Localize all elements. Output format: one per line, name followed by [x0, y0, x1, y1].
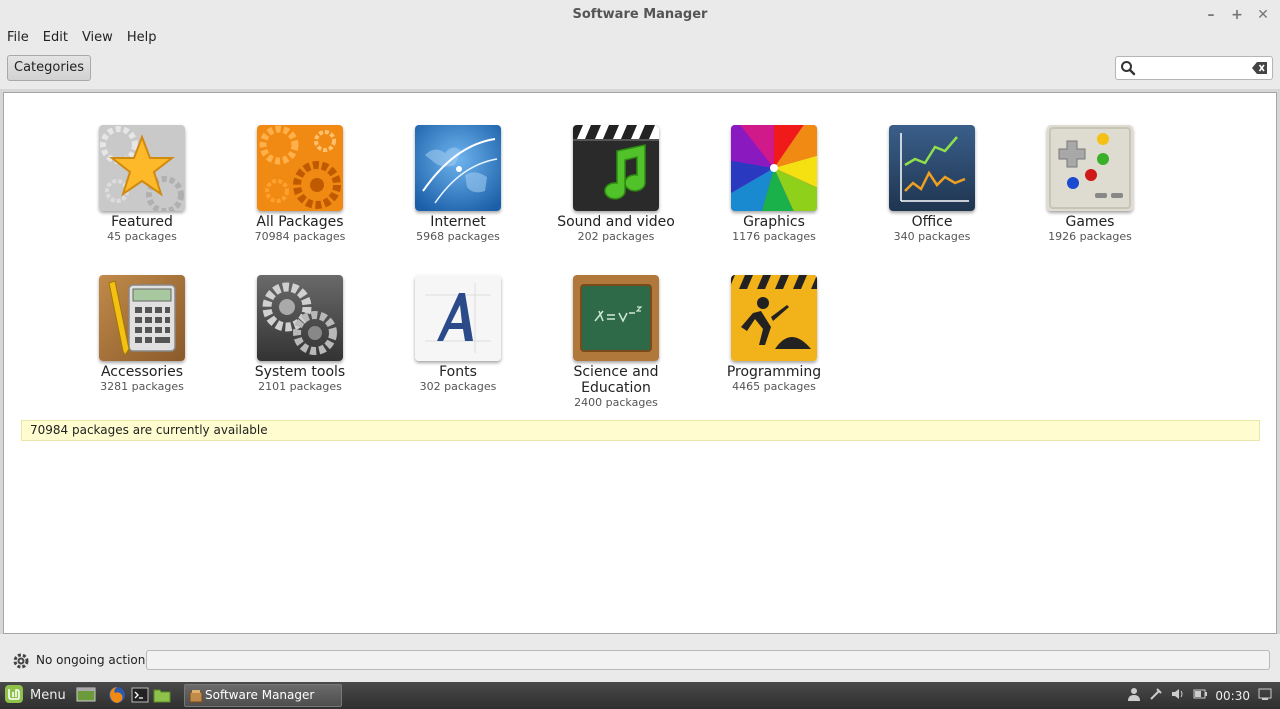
start-menu-button[interactable]: Menu	[4, 684, 66, 708]
category-count: 1926 packages	[1048, 230, 1132, 243]
category-count: 2400 packages	[574, 396, 658, 409]
gray-gears-icon	[257, 275, 343, 361]
files-icon[interactable]	[153, 686, 171, 704]
workspace-icon[interactable]	[1258, 687, 1272, 704]
categories-button[interactable]: Categories	[7, 55, 92, 81]
category-count: 1176 packages	[732, 230, 816, 243]
system-tray: 00:30	[1127, 682, 1272, 709]
clapper-note-icon	[573, 125, 659, 211]
menu-bar: File Edit View Help	[0, 29, 1280, 49]
category-count: 5968 packages	[416, 230, 500, 243]
category-name: Science and Education	[573, 364, 659, 396]
category-count: 340 packages	[893, 230, 971, 243]
category-name: System tools	[254, 364, 346, 380]
category-count: 202 packages	[577, 230, 655, 243]
menu-view[interactable]: View	[75, 29, 120, 49]
category-internet[interactable]: Internet 5968 packages	[388, 125, 528, 244]
start-menu-label: Menu	[30, 688, 66, 703]
close-button[interactable]: ✕	[1256, 8, 1270, 22]
progress-bar	[146, 650, 1270, 670]
category-name: Games	[1065, 214, 1115, 230]
clear-search-icon[interactable]	[1252, 61, 1268, 79]
menu-help[interactable]: Help	[120, 29, 164, 49]
star-gears-icon	[99, 125, 185, 211]
terminal-icon[interactable]	[131, 686, 149, 704]
status-text: No ongoing actions	[36, 653, 152, 667]
taskbar-item-label: Software Manager	[205, 688, 315, 702]
firefox-icon[interactable]	[108, 686, 126, 704]
category-all-packages[interactable]: All Packages 70984 packages	[230, 125, 370, 244]
category-system-tools[interactable]: System tools 2101 packages	[230, 275, 370, 394]
color-wheel-icon	[731, 125, 817, 211]
chalkboard-icon	[573, 275, 659, 361]
category-office[interactable]: Office 340 packages	[862, 125, 1002, 244]
category-count: 302 packages	[419, 380, 497, 393]
construction-icon	[731, 275, 817, 361]
minimize-button[interactable]: –	[1204, 8, 1218, 22]
calculator-icon	[99, 275, 185, 361]
taskbar-item-software-manager[interactable]: Software Manager	[184, 684, 342, 707]
category-name: Fonts	[439, 364, 477, 380]
category-name: All Packages	[256, 214, 344, 230]
category-fonts[interactable]: Fonts 302 packages	[388, 275, 528, 394]
category-count: 45 packages	[107, 230, 177, 243]
clock[interactable]: 00:30	[1215, 689, 1250, 703]
menu-file[interactable]: File	[0, 29, 36, 49]
search-input[interactable]	[1138, 59, 1248, 77]
gear-icon	[12, 652, 30, 674]
category-sound-and-video[interactable]: Sound and video 202 packages	[546, 125, 686, 244]
category-name: Graphics	[743, 214, 805, 230]
category-graphics[interactable]: Graphics 1176 packages	[704, 125, 844, 244]
title-bar: Software Manager – + ✕	[0, 0, 1280, 29]
categories-panel: Featured 45 packages All Packages 70984 …	[3, 92, 1277, 634]
gamepad-icon	[1047, 125, 1133, 211]
category-count: 4465 packages	[732, 380, 816, 393]
orange-gears-icon	[257, 125, 343, 211]
category-name: Internet	[430, 214, 486, 230]
packages-available-banner: 70984 packages are currently available	[21, 420, 1260, 441]
network-icon[interactable]	[1149, 687, 1163, 704]
battery-icon[interactable]	[1193, 687, 1208, 704]
toolbar: Categories	[0, 49, 1280, 89]
font-letter-icon	[415, 275, 501, 361]
category-science-and-education[interactable]: Science and Education 2400 packages	[546, 275, 686, 410]
taskbar: Menu Software Manager 00:30	[0, 682, 1280, 709]
category-games[interactable]: Games 1926 packages	[1020, 125, 1160, 244]
category-featured[interactable]: Featured 45 packages	[72, 125, 212, 244]
volume-icon[interactable]	[1171, 687, 1185, 704]
software-manager-icon	[189, 689, 203, 709]
status-bar: No ongoing actions	[0, 634, 1280, 682]
category-name: Featured	[111, 214, 173, 230]
globe-icon	[415, 125, 501, 211]
line-chart-icon	[889, 125, 975, 211]
category-count: 3281 packages	[100, 380, 184, 393]
category-count: 2101 packages	[258, 380, 342, 393]
user-icon[interactable]	[1127, 687, 1141, 704]
search-icon	[1120, 60, 1136, 80]
category-name: Office	[911, 214, 953, 230]
category-count: 70984 packages	[254, 230, 346, 243]
category-name: Sound and video	[557, 214, 675, 230]
mint-logo-icon	[4, 684, 24, 708]
window-controls: – + ✕	[1204, 0, 1270, 29]
menu-edit[interactable]: Edit	[36, 29, 75, 49]
window-title: Software Manager	[572, 7, 708, 22]
category-programming[interactable]: Programming 4465 packages	[704, 275, 844, 394]
show-desktop-icon[interactable]	[76, 686, 96, 704]
category-name: Programming	[726, 364, 822, 380]
category-accessories[interactable]: Accessories 3281 packages	[72, 275, 212, 394]
maximize-button[interactable]: +	[1230, 8, 1244, 22]
search-box	[1115, 56, 1273, 80]
category-name: Accessories	[100, 364, 184, 380]
